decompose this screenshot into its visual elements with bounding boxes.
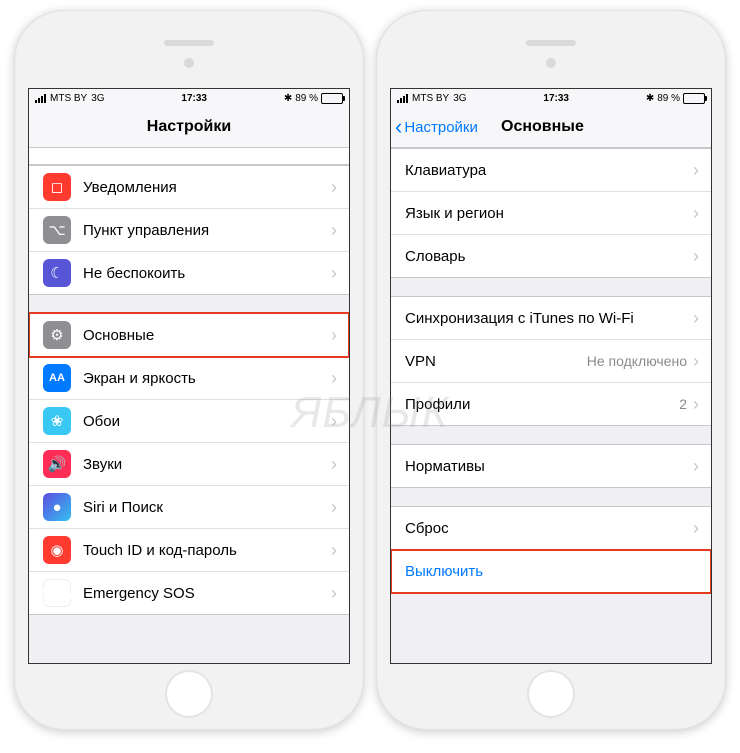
chevron-right-icon: › [331,368,337,389]
back-button[interactable]: ‹ Настройки [391,116,478,138]
chevron-right-icon: › [331,325,337,346]
gear-icon: ⚙ [43,321,71,349]
phone-right: MTS BY 3G 17:33 ✱ 89 % ‹ Настройки Основ… [376,10,726,730]
carrier-label: MTS BY [50,93,87,104]
row-value: 2 [679,396,687,412]
row-label: Нормативы [405,458,693,475]
row-label: Сброс [405,520,693,537]
chevron-right-icon: › [331,411,337,432]
moon-icon: ☾ [43,259,71,287]
nav-bar: Настройки [29,107,349,148]
row-label: Siri и Поиск [83,499,331,516]
row-siri[interactable]: ● Siri и Поиск › [29,486,349,529]
row-language[interactable]: Язык и регион › [391,192,711,235]
display-icon: AA [43,364,71,392]
notifications-icon: ◻ [43,173,71,201]
fingerprint-icon: ◉ [43,536,71,564]
screen-right: MTS BY 3G 17:33 ✱ 89 % ‹ Настройки Основ… [390,88,712,664]
chevron-right-icon: › [693,518,699,539]
chevron-right-icon: › [331,263,337,284]
row-label: Основные [83,327,331,344]
chevron-right-icon: › [693,456,699,477]
row-label: Выключить [405,563,699,580]
row-label: Язык и регион [405,205,693,222]
battery-icon [321,93,343,104]
home-button[interactable] [165,670,213,718]
home-button[interactable] [527,670,575,718]
chevron-left-icon: ‹ [395,116,402,138]
status-time: 17:33 [467,93,646,104]
row-itunes-wifi[interactable]: Синхронизация с iTunes по Wi-Fi › [391,296,711,340]
wallpaper-icon: ❀ [43,407,71,435]
network-label: 3G [91,93,104,104]
row-label: Словарь [405,248,693,265]
row-profiles[interactable]: Профили 2 › [391,383,711,426]
signal-icon [35,94,46,103]
battery-icon [683,93,705,104]
signal-icon [397,94,408,103]
chevron-right-icon: › [693,308,699,329]
partial-row [29,148,349,165]
chevron-right-icon: › [693,351,699,372]
status-bar: MTS BY 3G 17:33 ✱ 89 % [29,89,349,107]
nav-bar: ‹ Настройки Основные [391,107,711,148]
row-label: Обои [83,413,331,430]
bluetooth-icon: ✱ [284,93,292,104]
row-label: Пункт управления [83,222,331,239]
row-label: Профили [405,396,679,413]
carrier-label: MTS BY [412,93,449,104]
row-control-center[interactable]: ⌥ Пункт управления › [29,209,349,252]
row-label: Экран и яркость [83,370,331,387]
row-value: Не подключено [587,353,687,369]
row-label: Emergency SOS [83,585,331,602]
row-touchid[interactable]: ◉ Touch ID и код-пароль › [29,529,349,572]
general-list[interactable]: Клавиатура › Язык и регион › Словарь › С… [391,148,711,663]
chevron-right-icon: › [331,177,337,198]
row-regulatory[interactable]: Нормативы › [391,444,711,488]
siri-icon: ● [43,493,71,521]
row-label: Синхронизация с iTunes по Wi-Fi [405,310,693,327]
row-dictionary[interactable]: Словарь › [391,235,711,278]
row-label: Touch ID и код-пароль [83,542,331,559]
row-shutdown[interactable]: Выключить [391,550,711,593]
back-label: Настройки [404,119,478,136]
battery-pct: 89 % [295,93,318,104]
row-sounds[interactable]: 🔊 Звуки › [29,443,349,486]
row-label: Клавиатура [405,162,693,179]
page-title: Настройки [29,118,349,136]
row-keyboard[interactable]: Клавиатура › [391,148,711,192]
phone-left: MTS BY 3G 17:33 ✱ 89 % Настройки ◻ [14,10,364,730]
chevron-right-icon: › [693,394,699,415]
row-general[interactable]: ⚙ Основные › [29,313,349,357]
status-time: 17:33 [105,93,284,104]
battery-pct: 89 % [657,93,680,104]
settings-list[interactable]: ◻ Уведомления › ⌥ Пункт управления › ☾ Н… [29,148,349,663]
bluetooth-icon: ✱ [646,93,654,104]
row-label: Не беспокоить [83,265,331,282]
screen-left: MTS BY 3G 17:33 ✱ 89 % Настройки ◻ [28,88,350,664]
network-label: 3G [453,93,466,104]
row-dnd[interactable]: ☾ Не беспокоить › [29,252,349,295]
control-center-icon: ⌥ [43,216,71,244]
sos-icon: SOS [43,579,71,607]
chevron-right-icon: › [693,246,699,267]
row-reset[interactable]: Сброс › [391,506,711,550]
row-vpn[interactable]: VPN Не подключено › [391,340,711,383]
chevron-right-icon: › [331,540,337,561]
chevron-right-icon: › [331,497,337,518]
speaker-icon: 🔊 [43,450,71,478]
chevron-right-icon: › [693,203,699,224]
row-display[interactable]: AA Экран и яркость › [29,357,349,400]
chevron-right-icon: › [331,454,337,475]
row-label: Звуки [83,456,331,473]
chevron-right-icon: › [331,220,337,241]
row-sos[interactable]: SOS Emergency SOS › [29,572,349,615]
chevron-right-icon: › [693,160,699,181]
chevron-right-icon: › [331,583,337,604]
row-notifications[interactable]: ◻ Уведомления › [29,165,349,209]
row-label: Уведомления [83,179,331,196]
row-label: VPN [405,353,587,370]
status-bar: MTS BY 3G 17:33 ✱ 89 % [391,89,711,107]
row-wallpaper[interactable]: ❀ Обои › [29,400,349,443]
